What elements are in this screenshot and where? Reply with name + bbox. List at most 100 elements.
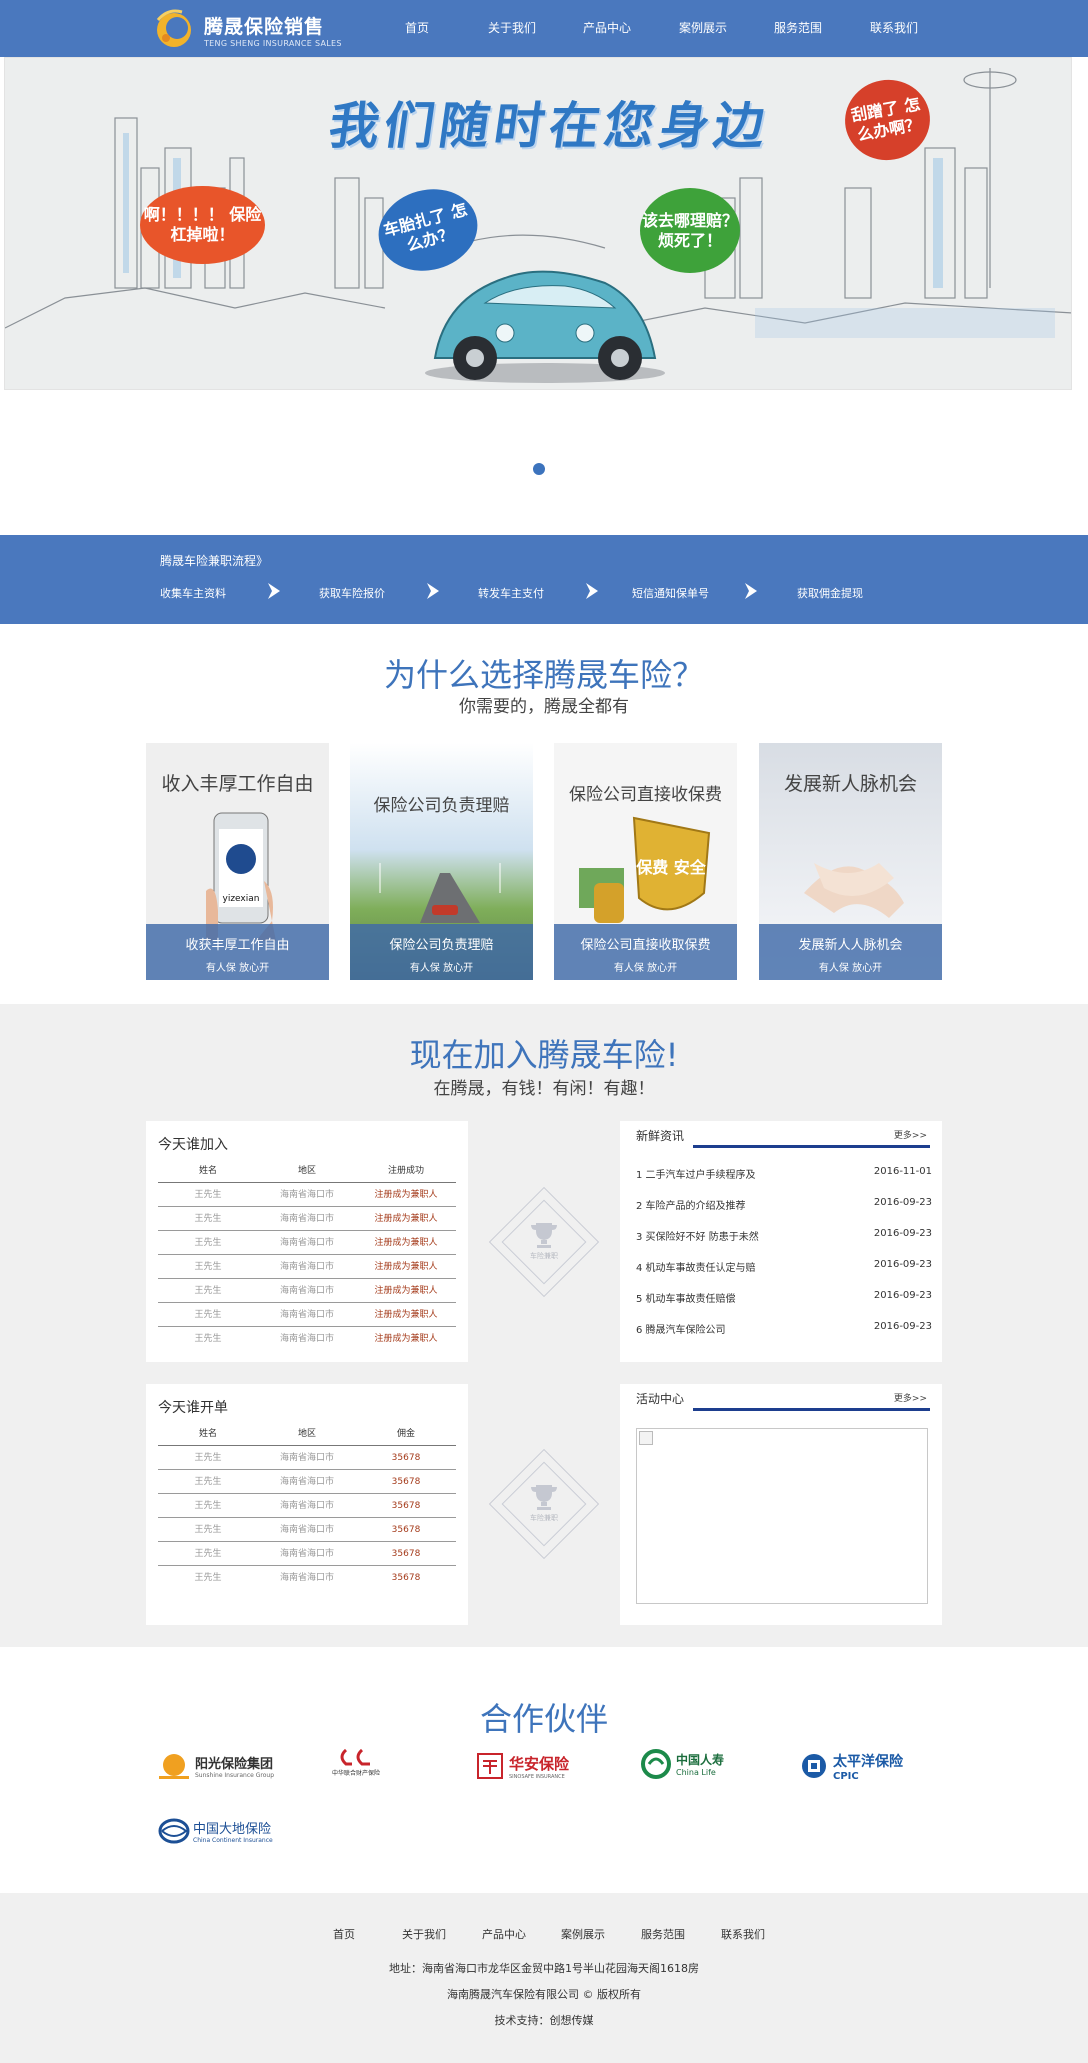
banner-bubble-bumper: 啊！！！！ 保险杠掉啦！ bbox=[140, 186, 265, 264]
partner-name: 阳光保险集团 bbox=[195, 1757, 274, 1772]
title-underline bbox=[693, 1408, 930, 1411]
process-step-5: 获取佣金提现 bbox=[797, 587, 863, 600]
partner-china-life[interactable]: 中国人寿 China Life bbox=[640, 1744, 724, 1784]
banner-headline: 我们随时在您身边 bbox=[325, 97, 774, 155]
footer-nav-services[interactable]: 服务范围 bbox=[641, 1926, 685, 1942]
table-row: 王先生 海南省海口市 注册成为兼职人 bbox=[158, 1231, 456, 1255]
table-row: 王先生 海南省海口市 35678 bbox=[158, 1470, 456, 1494]
partner-en: CPIC bbox=[833, 1770, 859, 1782]
chevron-right-icon bbox=[427, 583, 439, 599]
card-caption: 保险公司直接收取保费 有人保 放心开 bbox=[554, 924, 737, 980]
partner-cpic[interactable]: 太平洋保险 CPIC bbox=[799, 1746, 903, 1786]
nav-cases[interactable]: 案例展示 bbox=[663, 0, 743, 57]
chevron-right-icon bbox=[586, 583, 598, 599]
table-row: 王先生 海南省海口市 注册成为兼职人 bbox=[158, 1279, 456, 1303]
news-item[interactable]: 2 车险产品的介绍及推荐 2016-09-23 bbox=[636, 1197, 932, 1212]
logo-emblem-icon bbox=[156, 9, 191, 47]
partner-china-united[interactable]: 中华联合财产保险 bbox=[332, 1746, 380, 1786]
nav-contact[interactable]: 联系我们 bbox=[854, 0, 934, 57]
partner-en: China Continent Insurance bbox=[193, 1837, 273, 1844]
table-row: 王先生 海南省海口市 35678 bbox=[158, 1446, 456, 1470]
activity-more-link[interactable]: 更多>> bbox=[894, 1391, 927, 1404]
partner-sinosafe[interactable]: 华安保险 SINOSAFE INSURANCE bbox=[476, 1746, 569, 1786]
news-item[interactable]: 1 二手汽车过户手续程序及 2016-11-01 bbox=[636, 1166, 932, 1181]
join-title: 现在加入腾晟车险! bbox=[409, 1036, 679, 1074]
why-card-network[interactable]: 发展新人脉机会 发展新人人脉机会 有人保 放心开 bbox=[759, 743, 942, 980]
process-step-4: 短信通知保单号 bbox=[632, 587, 709, 600]
handshake-image bbox=[804, 863, 904, 918]
nav-products[interactable]: 产品中心 bbox=[567, 0, 647, 57]
process-step-1: 收集车主资料 bbox=[160, 587, 226, 600]
partner-en: Sunshine Insurance Group bbox=[195, 1772, 275, 1779]
cpic-logo-icon bbox=[802, 1754, 826, 1778]
footer-nav-contact[interactable]: 联系我们 bbox=[721, 1926, 765, 1942]
news-item[interactable]: 3 买保险好不好 防患于未然 2016-09-23 bbox=[636, 1228, 932, 1243]
trophy-icon bbox=[531, 1485, 557, 1510]
partner-en: SINOSAFE INSURANCE bbox=[509, 1773, 565, 1780]
svg-text:保费 安全: 保费 安全 bbox=[635, 858, 707, 877]
footer-nav-home[interactable]: 首页 bbox=[333, 1926, 355, 1942]
svg-text:yizexian: yizexian bbox=[223, 894, 260, 904]
broken-image-icon bbox=[639, 1431, 653, 1445]
nav-home[interactable]: 首页 bbox=[377, 0, 457, 57]
today-join-table: 姓名 地区 注册成功 王先生 海南省海口市 注册成为兼职人 王先生 海南省海口市 注册成… bbox=[158, 1159, 456, 1351]
sunshine-logo-icon bbox=[159, 1754, 189, 1779]
carousel-dot[interactable] bbox=[533, 463, 545, 475]
nav-services[interactable]: 服务范围 bbox=[758, 0, 838, 57]
process-step-3: 转发车主支付 bbox=[478, 587, 544, 600]
chevron-right-icon bbox=[745, 583, 757, 599]
title-underline bbox=[693, 1145, 930, 1148]
card-heading: 保险公司负责理赔 bbox=[373, 796, 510, 816]
partner-name: 中国人寿 bbox=[676, 1753, 725, 1767]
partner-china-continent[interactable]: 中国大地保险 China Continent Insurance bbox=[158, 1811, 273, 1851]
why-title: 为什么选择腾晟车险？ bbox=[383, 656, 704, 694]
join-section: 现在加入腾晟车险! 在腾晟，有钱！有闲！有趣！ 今天谁加入 姓名 地区 注册成功… bbox=[0, 1004, 1088, 1647]
hero-banner[interactable]: 我们随时在您身边 啊！！！！ 保险杠掉啦！ 车胎扎了 怎么办？ 该去哪理赔？ 烦… bbox=[4, 57, 1072, 390]
card-heading: 发展新人脉机会 bbox=[783, 773, 917, 795]
table-row: 王先生 海南省海口市 注册成为兼职人 bbox=[158, 1183, 456, 1207]
china-united-logo-icon bbox=[340, 1748, 370, 1766]
car-illustration bbox=[425, 270, 665, 383]
site-logo[interactable]: 腾晟保险销售 TENG SHENG INSURANCE SALES bbox=[152, 6, 341, 52]
panel-title: 新鲜资讯 bbox=[636, 1129, 685, 1143]
why-card-premium[interactable]: 保险公司直接收保费 保费 安全 保险公司直接收取保费 有人保 放心开 bbox=[554, 743, 737, 980]
news-item[interactable]: 6 腾晟汽车保险公司 2016-09-23 bbox=[636, 1321, 932, 1336]
panel-title: 活动中心 bbox=[636, 1392, 685, 1406]
partner-en: China Life bbox=[676, 1768, 716, 1777]
join-subtitle: 在腾晟，有钱！有闲！有趣！ bbox=[433, 1079, 655, 1099]
footer-nav-about[interactable]: 关于我们 bbox=[402, 1926, 446, 1942]
card-caption: 收获丰厚工作自由 有人保 放心开 bbox=[146, 924, 329, 980]
site-footer: 首页 关于我们 产品中心 案例展示 服务范围 联系我们 地址：海南省海口市龙华区… bbox=[0, 1893, 1088, 2063]
footer-nav-products[interactable]: 产品中心 bbox=[482, 1926, 526, 1942]
logo-chinese-name: 腾晟保险销售 bbox=[204, 16, 325, 38]
partner-name: 华安保险 bbox=[509, 1754, 570, 1773]
footer-nav-cases[interactable]: 案例展示 bbox=[561, 1926, 605, 1942]
card-caption: 发展新人人脉机会 有人保 放心开 bbox=[759, 924, 942, 980]
footer-support: 技术支持：创想传媒 bbox=[494, 2014, 594, 2027]
news-panel: 新鲜资讯 更多>> 1 二手汽车过户手续程序及 2016-11-01 2 车险产品… bbox=[620, 1121, 942, 1362]
partner-name: 太平洋保险 bbox=[833, 1753, 903, 1770]
footer-address: 地址：海南省海口市龙华区金贸中路1号半山花园海天阁1618房 bbox=[389, 1962, 699, 1975]
table-row: 王先生 海南省海口市 35678 bbox=[158, 1494, 456, 1518]
nav-about[interactable]: 关于我们 bbox=[472, 0, 552, 57]
activity-panel: 活动中心 更多>> bbox=[620, 1384, 942, 1625]
why-card-income[interactable]: 收入丰厚工作自由 yizexian 收获丰厚工作自由 有人保 放心开 bbox=[146, 743, 329, 980]
partner-name: 中华联合财产保险 bbox=[332, 1770, 381, 1777]
banner-bubble-claim: 该去哪理赔？ 烦死了！ bbox=[640, 188, 740, 273]
panel-title: 今天谁开单 bbox=[158, 1400, 228, 1416]
table-row: 王先生 海南省海口市 注册成为兼职人 bbox=[194, 1334, 438, 1344]
table-row: 王先生 海南省海口市 注册成为兼职人 bbox=[158, 1207, 456, 1231]
news-item[interactable]: 5 机动车事故责任赔偿 2016-09-23 bbox=[636, 1290, 932, 1305]
trophy-icon bbox=[531, 1223, 557, 1248]
why-card-claims[interactable]: 保险公司负责理赔 保险公司负责理赔 有人保 放心开 bbox=[350, 743, 533, 980]
table-header: 姓名 地区 佣金 bbox=[158, 1422, 456, 1446]
activity-image[interactable] bbox=[636, 1428, 928, 1604]
badge-label: 车险兼职 bbox=[530, 1252, 558, 1260]
partners-title: 合作伙伴 bbox=[479, 1700, 608, 1738]
news-item[interactable]: 4 机动车事故责任认定与赔 2016-09-23 bbox=[636, 1259, 932, 1274]
partner-sunshine[interactable]: 阳光保险集团 Sunshine Insurance Group bbox=[157, 1746, 274, 1786]
process-title: 腾晟车险兼职流程》 bbox=[160, 554, 269, 568]
table-row: 王先生 海南省海口市 35678 bbox=[158, 1542, 456, 1566]
news-more-link[interactable]: 更多>> bbox=[894, 1128, 927, 1141]
today-order-table: 姓名 地区 佣金 王先生 海南省海口市 35678 王先生 海南省海口市 35678 王… bbox=[158, 1422, 456, 1590]
